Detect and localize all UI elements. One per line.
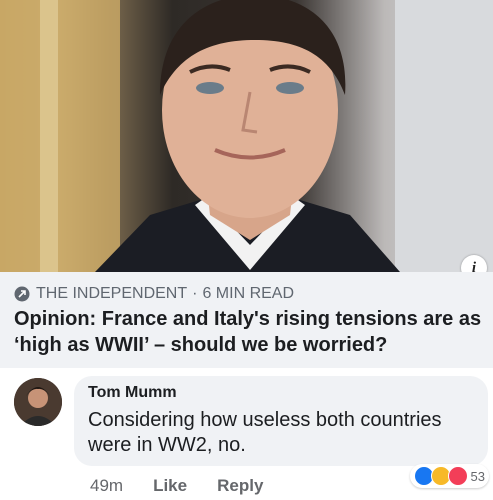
comment-actions: 49m Like Reply xyxy=(90,476,293,496)
meta-separator: · xyxy=(192,285,198,302)
reply-button[interactable]: Reply xyxy=(217,476,263,496)
comment-author[interactable]: Tom Mumm xyxy=(88,384,177,402)
article-photo[interactable] xyxy=(0,0,493,272)
reaction-count: 53 xyxy=(470,468,485,484)
avatar-image xyxy=(14,378,62,426)
comment-bubble: Tom Mumm Considering how useless both co… xyxy=(74,376,488,466)
like-button[interactable]: Like xyxy=(153,476,187,496)
source-name: THE INDEPENDENT xyxy=(36,285,188,302)
love-icon xyxy=(447,466,468,486)
article-headline[interactable]: Opinion: France and Italy's rising tensi… xyxy=(14,306,484,358)
portrait-image xyxy=(0,0,493,272)
reaction-summary[interactable]: 53 xyxy=(409,464,489,488)
read-time: 6 MIN READ xyxy=(202,285,295,302)
comment: Tom Mumm Considering how useless both co… xyxy=(0,368,493,500)
publisher-icon xyxy=(14,286,30,302)
comment-text: Considering how useless both countries w… xyxy=(88,409,442,456)
link-preview-card[interactable]: THE INDEPENDENT · 6 MIN READ Opinion: Fr… xyxy=(0,272,493,368)
avatar[interactable] xyxy=(14,378,62,426)
comment-timestamp[interactable]: 49m xyxy=(90,476,123,496)
source-row: THE INDEPENDENT · 6 MIN READ xyxy=(14,284,294,304)
